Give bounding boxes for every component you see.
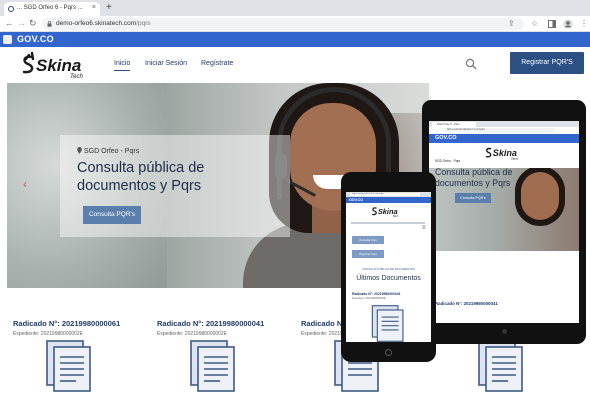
phone-home-button bbox=[385, 349, 392, 356]
url-path: /pqrs bbox=[136, 20, 151, 27]
document-icon[interactable] bbox=[478, 340, 524, 392]
profile-icon[interactable] bbox=[563, 19, 573, 29]
phone-logo: Skina Tech bbox=[372, 207, 399, 218]
record-card[interactable]: Radicado N°: 20219980000041 Expediente: … bbox=[157, 319, 297, 338]
search-icon[interactable] bbox=[465, 58, 477, 70]
phone-consulta-button: Consulta Pqrs bbox=[352, 236, 384, 244]
logo-sub: Tech bbox=[70, 74, 83, 80]
reload-icon[interactable]: ↻ bbox=[29, 18, 37, 29]
logo-text: Skina bbox=[36, 56, 81, 75]
tablet-small-label: SGD Orfeo - Pqrs bbox=[435, 159, 461, 163]
record-card[interactable]: Radicado N°: 20219980000061 Expediente: … bbox=[13, 319, 153, 338]
back-icon[interactable]: ← bbox=[5, 18, 14, 29]
url-field[interactable]: demo-orfeo6.skinatech.com/pqrs bbox=[42, 18, 524, 30]
tablet-url: demo-orfeo6.skinatech.com/pqrs bbox=[443, 128, 555, 132]
phone-registrar-button: Registrar Pqrs bbox=[352, 250, 384, 258]
share-icon[interactable]: ⇪ bbox=[508, 19, 515, 29]
nav-registrate[interactable]: Regístrate bbox=[201, 59, 233, 68]
tablet-hero-title: Consulta pública de documentos y Pqrs bbox=[435, 167, 513, 188]
phone-logo-sub: Tech bbox=[393, 214, 399, 218]
document-icon[interactable] bbox=[46, 340, 92, 392]
phone-nav-line bbox=[351, 222, 425, 224]
map-pin-icon bbox=[77, 147, 82, 154]
phone-record-title: Radicado N°: 20219980000041 bbox=[352, 292, 401, 296]
nav-iniciar-sesion[interactable]: Iniciar Sesión bbox=[145, 59, 187, 68]
close-tab-icon[interactable]: × bbox=[92, 4, 96, 11]
hamburger-icon: ≡ bbox=[422, 225, 426, 231]
phone-screen: demo-orfeo6.skinatech.com/pqrs GOV.CO Sk… bbox=[346, 192, 431, 342]
tablet-screen: ... SGD Orfeo 6 - Pqrs ... demo-orfeo6.s… bbox=[429, 121, 579, 323]
carousel-prev-icon[interactable]: ‹ bbox=[23, 177, 27, 191]
gov-label[interactable]: GOV.CO bbox=[17, 34, 54, 45]
tablet-consulta-button: Consulta PQR's bbox=[455, 193, 491, 203]
url-host: demo-orfeo6.skinatech.com bbox=[56, 20, 137, 27]
nav-inicio[interactable]: Inicio bbox=[114, 59, 131, 71]
gov-emblem-icon bbox=[3, 35, 12, 44]
tablet-record-title: Radicado N°: 20219980000041 bbox=[435, 301, 498, 306]
phone-heading: Últimos Documentos bbox=[356, 275, 421, 282]
phone-mockup: demo-orfeo6.skinatech.com/pqrs GOV.CO Sk… bbox=[341, 172, 436, 362]
lock-icon bbox=[47, 21, 52, 27]
record-title[interactable]: Radicado N°: 20219980000041 bbox=[157, 319, 297, 329]
document-icon bbox=[371, 305, 404, 342]
phone-section-label: CONSULTA PÚBLICA DE DOCUMENTOS bbox=[362, 267, 415, 271]
document-icon[interactable] bbox=[190, 340, 236, 392]
skinatech-logo[interactable]: Skina Tech bbox=[18, 50, 96, 80]
browser-tab-bar: ... SGD Orfeo 6 - Pqrs ... × + bbox=[0, 0, 590, 16]
phone-record-expediente: Expediente: 20219980000002E bbox=[352, 297, 386, 300]
register-pqrs-button[interactable]: Registrar PQR'S bbox=[510, 52, 584, 74]
tablet-logo-sub: Tech bbox=[511, 157, 518, 161]
tablet-mockup: ... SGD Orfeo 6 - Pqrs ... demo-orfeo6.s… bbox=[422, 100, 586, 344]
menu-dots-icon[interactable]: ⋮ bbox=[580, 19, 588, 29]
site-header: Skina Tech Inicio Iniciar Sesión Regístr… bbox=[0, 47, 590, 83]
star-icon[interactable]: ☆ bbox=[531, 19, 538, 29]
record-expediente: Expediente: 20219980000002E bbox=[13, 331, 84, 337]
forward-icon[interactable]: → bbox=[17, 18, 26, 29]
tab-title: ... SGD Orfeo 6 - Pqrs ... bbox=[17, 5, 83, 11]
page: ... SGD Orfeo 6 - Pqrs ... × + ← → ↻ dem… bbox=[0, 0, 590, 400]
record-title[interactable]: Radicado N°: 20219980000061 bbox=[13, 319, 153, 329]
favicon-icon bbox=[8, 6, 14, 12]
gov-bar: GOV.CO bbox=[0, 32, 590, 47]
hero-small-label: SGD Orfeo - Pqrs bbox=[77, 147, 139, 156]
new-tab-button[interactable]: + bbox=[106, 2, 112, 14]
tablet-camera bbox=[502, 329, 507, 334]
phone-gov-bar: GOV.CO bbox=[346, 197, 431, 203]
tablet-address-row: demo-orfeo6.skinatech.com/pqrs bbox=[429, 127, 579, 133]
sidebar-icon[interactable] bbox=[548, 20, 556, 28]
browser-tab[interactable]: ... SGD Orfeo 6 - Pqrs ... × bbox=[4, 2, 100, 16]
tablet-logo: Skina Tech bbox=[485, 147, 518, 161]
record-expediente: Expediente: 20219980000002E bbox=[157, 331, 228, 337]
phone-url: demo-orfeo6.skinatech.com/pqrs bbox=[350, 193, 420, 196]
hero-small-label-text: SGD Orfeo - Pqrs bbox=[83, 148, 140, 155]
tablet-gov-bar: GOV.CO bbox=[429, 134, 579, 143]
hero-card: SGD Orfeo - Pqrs Consulta pública de doc… bbox=[60, 135, 290, 237]
hero-title: Consulta pública de documentos y Pqrs bbox=[77, 160, 205, 194]
address-bar-row: ← → ↻ demo-orfeo6.skinatech.com/pqrs ⇪ ☆… bbox=[0, 16, 590, 32]
consulta-pqrs-button[interactable]: Consulta PQR's bbox=[83, 206, 141, 224]
